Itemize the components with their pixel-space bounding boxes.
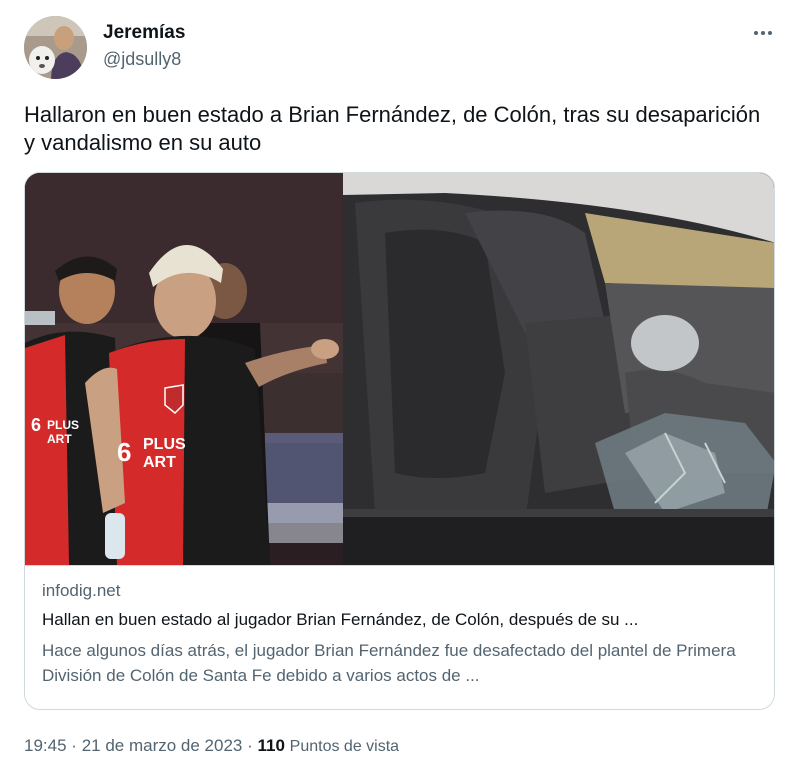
tweet-time[interactable]: 19:45 xyxy=(24,736,67,755)
left-jersey-sponsor-2: ART xyxy=(47,432,72,446)
card-photo-collage: 6 PLUS ART 6 PLUS ART xyxy=(25,173,774,565)
left-jersey-sponsor: PLUS xyxy=(47,418,79,432)
left-jersey-number: 6 xyxy=(31,415,41,435)
meta-separator: · xyxy=(71,736,77,755)
card-image: 6 PLUS ART 6 PLUS ART xyxy=(25,173,774,565)
author-handle[interactable]: @jdsully8 xyxy=(103,49,181,70)
meta-separator: · xyxy=(247,736,253,755)
views-count[interactable]: 110 xyxy=(258,736,285,755)
avatar[interactable] xyxy=(24,16,87,79)
card-title: Hallan en buen estado al jugador Brian F… xyxy=(42,610,639,629)
views-label: Puntos de vista xyxy=(289,738,400,755)
main-jersey-number: 6 xyxy=(117,437,131,467)
main-jersey-sponsor: PLUS xyxy=(143,436,186,453)
link-card[interactable]: 6 PLUS ART 6 PLUS ART infodig.net Hallan… xyxy=(24,172,775,710)
author-name[interactable]: Jeremías xyxy=(103,22,185,44)
card-domain: infodig.net xyxy=(42,581,121,600)
avatar-photo xyxy=(24,16,87,79)
card-meta: infodig.net Hallan en buen estado al jug… xyxy=(25,565,774,709)
card-description: Hace algunos días atrás, el jugador Bria… xyxy=(42,641,736,685)
main-jersey-sponsor-2: ART xyxy=(143,454,176,471)
tweet-text: Hallaron en buen estado a Brian Fernánde… xyxy=(24,102,761,155)
tweet-date[interactable]: 21 de marzo de 2023 xyxy=(82,736,243,755)
tweet: Jeremías @jdsully8 Hallaron en buen esta… xyxy=(0,0,800,782)
more-horizontal-icon[interactable] xyxy=(748,22,778,44)
tweet-metadata: 19:45 · 21 de marzo de 2023 · 110 Puntos… xyxy=(24,736,399,756)
